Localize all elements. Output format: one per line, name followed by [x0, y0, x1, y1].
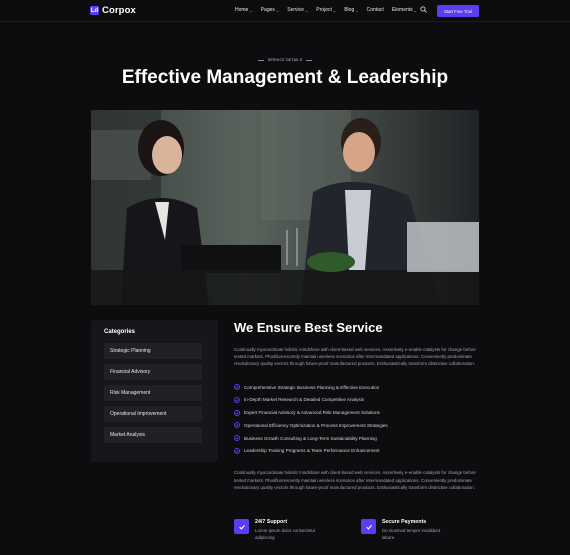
checklist-item: Business Growth Consulting & Long-Term S… — [234, 432, 480, 445]
search-icon[interactable] — [420, 6, 427, 13]
eyebrow-line — [306, 59, 313, 61]
hero-photo — [91, 110, 479, 305]
check-circle-icon — [234, 447, 240, 454]
check-circle-icon — [234, 384, 240, 390]
nav-project[interactable]: Project ⌄ — [316, 7, 336, 13]
feature-secure-payments: Secure Payments Do eiusmod tempor incidi… — [361, 519, 454, 541]
categories-sidebar: Categories Strategic Planning Financial … — [91, 320, 218, 462]
site-header: Ld Corpox Home ⌄ Pages ⌄ Service ⌄ Project ⌄… — [0, 0, 570, 22]
category-financial-advisory[interactable]: Financial Advisory — [104, 364, 202, 380]
feature-support: 24/7 Support Lorem ipsum dolor consectet… — [234, 519, 327, 541]
brand-mark-icon: Ld — [90, 6, 99, 15]
checklist-item: Comprehensive Strategic Business Plannin… — [234, 381, 480, 394]
eyebrow-line — [257, 59, 264, 61]
hero-image — [91, 110, 479, 305]
eyebrow: SERVICE DETAILS — [0, 58, 570, 62]
checklist-item: Expert Financial Advisory & Advanced Ris… — [234, 406, 480, 419]
check-circle-icon — [234, 409, 240, 416]
category-market-analysis[interactable]: Market Analysis — [104, 427, 202, 443]
brand-logo[interactable]: Ld Corpox — [90, 5, 136, 16]
nav-blog[interactable]: Blog ⌄ — [344, 7, 358, 13]
chevron-down-icon: ⌄ — [275, 7, 280, 13]
chevron-down-icon: ⌄ — [304, 7, 309, 13]
nav-pages[interactable]: Pages ⌄ — [261, 7, 280, 13]
feature-text: Lorem ipsum dolor consectetur adipiscing — [255, 528, 316, 540]
closing-paragraph: Continually myocardinate holistic mindsh… — [234, 470, 476, 490]
nav-elements[interactable]: Elements ⌄ — [392, 7, 417, 13]
feature-title: Secure Payments — [382, 519, 427, 525]
checklist-item: Operational Efficiency Optimization & Pr… — [234, 419, 480, 432]
nav-contact[interactable]: Contact — [367, 7, 384, 13]
page-title: Effective Management & Leadership — [121, 67, 449, 88]
check-circle-icon — [234, 435, 240, 442]
check-icon — [234, 519, 249, 534]
brand-name: Corpox — [102, 5, 136, 16]
service-checklist: Comprehensive Strategic Business Plannin… — [234, 381, 480, 458]
main-nav: Home ⌄ Pages ⌄ Service ⌄ Project ⌄ Blog ⌄ Con… — [235, 7, 417, 13]
start-free-trial-button[interactable]: Start Free Trial — [437, 5, 479, 17]
category-strategic-planning[interactable]: Strategic Planning — [104, 343, 202, 359]
chevron-down-icon: ⌄ — [249, 7, 253, 13]
nav-service[interactable]: Service ⌄ — [287, 7, 308, 13]
category-risk-management[interactable]: Risk Management — [104, 385, 202, 401]
service-content: We Ensure Best Service Continually myoca… — [234, 320, 480, 491]
eyebrow-label: SERVICE DETAILS — [267, 58, 303, 62]
intro-paragraph: Continually myocardinate holistic mindsh… — [234, 347, 476, 367]
category-operational-improvement[interactable]: Operational Improvement — [104, 406, 202, 422]
sidebar-title: Categories — [104, 329, 136, 335]
chevron-down-icon: ⌄ — [332, 7, 337, 13]
feature-text: Do eiusmod tempor incididunt labore. — [382, 528, 441, 540]
check-icon — [361, 519, 376, 534]
section-heading: We Ensure Best Service — [234, 320, 383, 335]
check-circle-icon — [234, 422, 240, 429]
checklist-item: In-Depth Market Research & Detailed Comp… — [234, 393, 480, 406]
checklist-item: Leadership Training Programs & Team Perf… — [234, 445, 480, 458]
feature-title: 24/7 Support — [255, 519, 288, 525]
nav-home[interactable]: Home ⌄ — [235, 7, 253, 13]
chevron-down-icon: ⌄ — [355, 7, 359, 13]
chevron-down-icon: ⌄ — [413, 7, 418, 13]
check-circle-icon — [234, 396, 240, 403]
